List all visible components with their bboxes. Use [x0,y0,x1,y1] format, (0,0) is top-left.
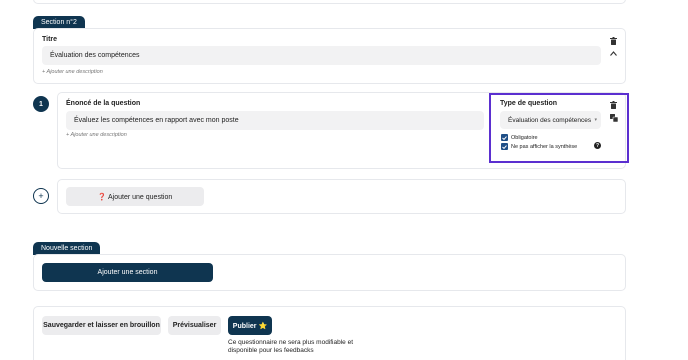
duplicate-question-icon[interactable] [609,113,618,122]
add-section-button[interactable]: Ajouter une section [42,263,213,282]
delete-question-icon[interactable] [609,101,617,109]
hide-summary-label: Ne pas afficher la synthèse [511,143,578,150]
publish-note: Ce questionnaire ne sera plus modifiable… [228,339,353,355]
statement-label: Énoncé de la question [66,100,141,107]
chevron-down-icon: ▾ [594,117,597,123]
question-type-label: Type de question [500,100,558,107]
previous-card [33,0,626,4]
save-draft-button[interactable]: Sauvegarder et laisser en brouillon [42,316,161,335]
publish-note-line2: disponible pour les feedbacks [228,347,314,354]
question-add-description[interactable]: + Ajouter une description [66,132,127,138]
add-question-button[interactable]: ❓ Ajouter une question [66,187,204,206]
question-statement-input[interactable]: Évaluez les compétences en rapport avec … [66,111,484,130]
hide-summary-checkbox-row[interactable]: Ne pas afficher la synthèse [501,143,577,150]
question-type-value: Évaluation des compétences [508,116,592,124]
mandatory-checkbox-row[interactable]: Obligatoire [501,134,538,141]
add-question-plus-icon[interactable]: + [33,188,49,204]
hide-summary-checkbox[interactable] [501,143,508,150]
delete-section-icon[interactable] [609,37,617,45]
question-type-select[interactable]: Évaluation des compétences ▾ [500,111,601,129]
section-add-description[interactable]: + Ajouter une description [42,69,103,75]
help-icon[interactable]: ? [594,142,601,149]
mandatory-label: Obligatoire [511,134,538,141]
title-label: Titre [42,36,58,43]
mandatory-checkbox[interactable] [501,134,508,141]
publish-note-line1: Ce questionnaire ne sera plus modifiable… [228,339,354,346]
chevron-up-icon[interactable] [609,50,617,57]
question-number-badge: 1 [33,96,49,112]
section-title-input[interactable]: Évaluation des compétences [42,46,601,65]
publish-button[interactable]: Publier ⭐ [228,316,272,335]
preview-button[interactable]: Prévisualiser [168,316,221,335]
